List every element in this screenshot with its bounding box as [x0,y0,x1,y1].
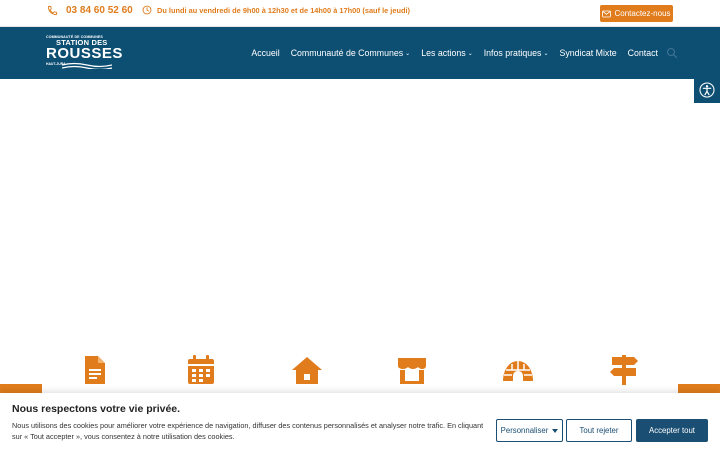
logo-line-3: ROUSSES [46,45,123,62]
accept-all-button[interactable]: Accepter tout [636,419,708,442]
accept-all-label: Accepter tout [649,426,695,435]
contact-button-label: Contactez-nous [614,9,671,18]
house-icon[interactable] [291,354,323,386]
nav-item-actions[interactable]: Les actions ⌄ [421,48,473,58]
top-bar: 03 84 60 52 60 Du lundi au vendredi de 9… [0,0,720,27]
nav-item-accueil[interactable]: Accueil [251,48,279,58]
igloo-icon[interactable] [502,354,534,386]
customize-button[interactable]: Personnaliser [496,419,563,442]
phone-number[interactable]: 03 84 60 52 60 [66,5,133,16]
cookie-banner: Nous respectons votre vie privée. Nous u… [0,393,720,450]
nav-item-infos-pratiques[interactable]: Infos pratiques ⌄ [484,48,549,58]
reject-all-label: Tout rejeter [579,426,619,435]
envelope-icon [602,10,612,17]
customize-button-label: Personnaliser [500,426,549,435]
nav-item-contact[interactable]: Contact [628,48,658,58]
phone-icon [47,5,58,16]
calendar-icon[interactable] [185,354,217,386]
clock-icon [142,5,152,15]
accessibility-button[interactable] [694,76,720,103]
caret-down-icon [552,428,559,433]
chevron-down-icon: ⌄ [405,50,411,57]
opening-hours: Du lundi au vendredi de 9h00 à 12h30 et … [142,5,410,15]
main-header: COMMUNAUTÉ DE COMMUNES STATION DES ROUSS… [0,27,720,79]
chevron-down-icon: ⌄ [467,50,473,57]
nav-item-communaute[interactable]: Communauté de Communes ⌄ [291,48,411,58]
search-icon[interactable] [666,47,678,59]
nav-item-label: Infos pratiques [483,48,542,58]
accessibility-icon [699,81,715,98]
hours-text: Du lundi au vendredi de 9h00 à 12h30 et … [157,5,411,15]
contact-button[interactable]: Contactez-nous [600,5,673,22]
site-logo[interactable]: COMMUNAUTÉ DE COMMUNES STATION DES ROUSS… [46,35,123,71]
cookie-text: Nous utilisons des cookies pour améliore… [12,421,484,441]
main-nav: Accueil Communauté de Communes ⌄ Les act… [251,27,658,79]
logo-wave-icon [62,62,112,69]
shop-icon[interactable] [396,354,428,386]
document-icon[interactable] [79,354,111,386]
nav-item-label: Accueil [251,48,280,58]
nav-item-label: Contact [627,48,658,58]
phone-contact[interactable]: 03 84 60 52 60 [47,5,133,16]
cookie-title: Nous respectons votre vie privée. [12,403,181,415]
nav-item-label: Syndicat Mixte [559,48,617,58]
reject-all-button[interactable]: Tout rejeter [566,419,632,442]
nav-item-syndicat-mixte[interactable]: Syndicat Mixte [559,48,616,58]
nav-item-label: Communauté de Communes [290,48,404,58]
signpost-icon[interactable] [608,354,640,386]
nav-item-label: Les actions [421,48,466,58]
chevron-down-icon: ⌄ [543,50,549,57]
